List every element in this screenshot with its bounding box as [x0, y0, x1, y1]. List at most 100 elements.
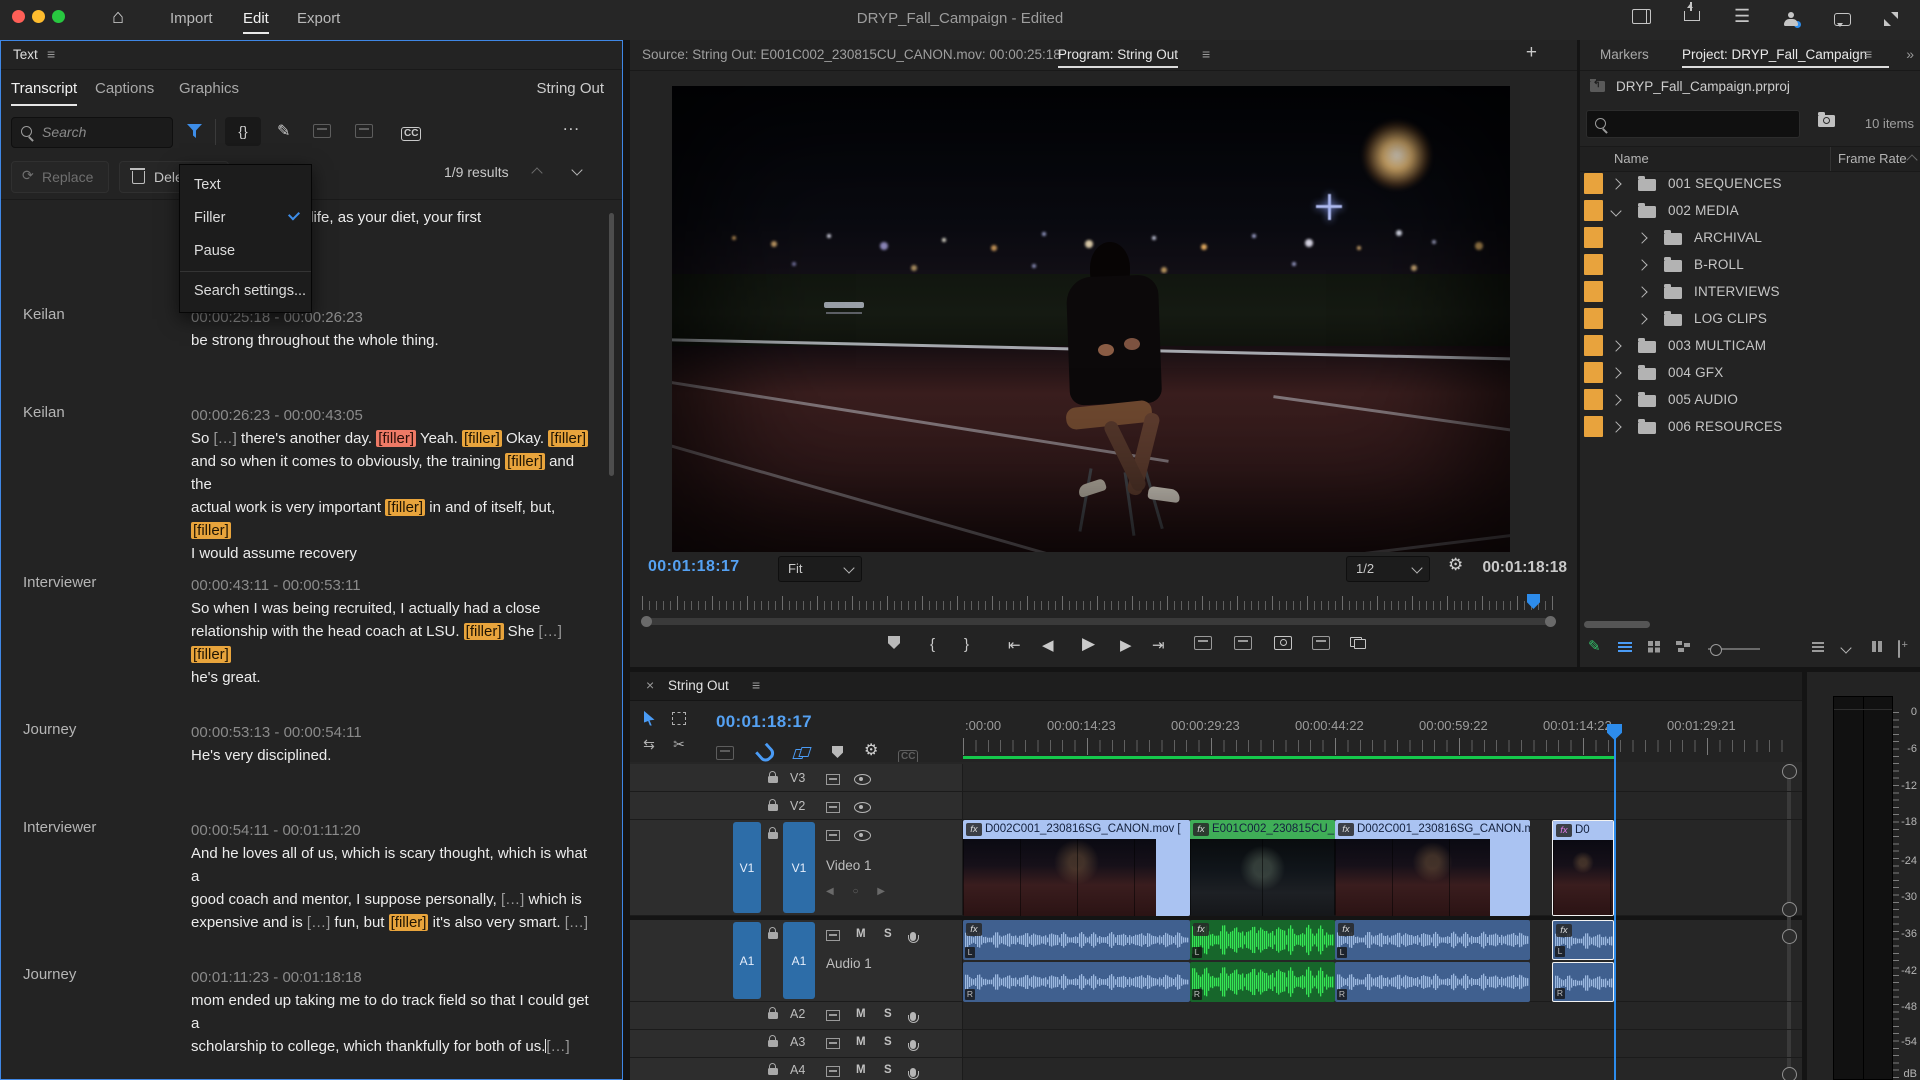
search-input[interactable]: Search [11, 117, 173, 148]
filler-highlight[interactable]: [filler] [385, 499, 425, 516]
sync-lock-icon[interactable] [826, 928, 840, 944]
voiceover-record-icon[interactable] [910, 928, 916, 944]
search-bin-icon[interactable] [1818, 115, 1835, 127]
track-lock-icon[interactable] [768, 770, 778, 786]
track-lock-icon[interactable] [768, 826, 778, 842]
filler-highlight[interactable]: [filler] [191, 522, 231, 539]
bin-row-interviews[interactable]: INTERVIEWS [1580, 278, 1920, 305]
expand-icon[interactable] [1636, 232, 1647, 243]
filler-highlight[interactable]: [filler] [505, 453, 545, 470]
bin-row-005-audio[interactable]: 005 AUDIO [1580, 386, 1920, 413]
bin-color-label[interactable] [1584, 389, 1603, 410]
bin-color-label[interactable] [1584, 362, 1603, 383]
panel-menu-icon[interactable]: ≡ [1864, 46, 1872, 62]
edit-transcript-icon[interactable]: ✎ [277, 121, 290, 141]
timeline-clip-audio[interactable]: R [1552, 962, 1614, 1002]
workspaces-menu-icon[interactable]: ☰ [1734, 6, 1750, 26]
v1-lane[interactable]: fxD002C001_230816SG_CANON.mov [fxE001C00… [963, 820, 1788, 916]
play-icon[interactable]: ▶ [1082, 634, 1095, 654]
chevron-down-icon[interactable] [1840, 642, 1851, 653]
filler-highlight[interactable]: [filler] [548, 430, 588, 447]
fx-badge[interactable]: fx [966, 823, 982, 836]
lift-icon[interactable] [1194, 636, 1212, 654]
expand-icon[interactable] [1636, 286, 1647, 297]
track-lock-icon[interactable] [768, 798, 778, 814]
close-icon[interactable]: × [646, 677, 654, 693]
close-window-button[interactable] [12, 10, 25, 23]
track-name-label[interactable]: Video 1 [826, 858, 872, 873]
bin-row-003-multicam[interactable]: 003 MULTICAM [1580, 332, 1920, 359]
fx-badge[interactable]: fx [1193, 823, 1209, 836]
track-name-label[interactable]: Audio 1 [826, 956, 872, 971]
minimize-window-button[interactable] [32, 10, 45, 23]
maximize-window-button[interactable] [52, 10, 65, 23]
tab-captions[interactable]: Captions [95, 80, 154, 97]
timeline-clip-audio[interactable]: fxL [963, 920, 1190, 960]
export-frame-icon[interactable] [1274, 636, 1292, 654]
timeline-clip-audio[interactable]: R [1335, 962, 1530, 1002]
scroll-knob[interactable] [1782, 1067, 1797, 1080]
toggle-track-output-icon[interactable] [854, 772, 871, 788]
tab-edit[interactable]: Edit [243, 10, 269, 27]
mark-in-icon[interactable]: { [930, 636, 935, 653]
timeline-clip-audio[interactable]: R [1190, 962, 1335, 1002]
panel-menu-icon[interactable]: ≡ [1202, 46, 1210, 62]
solo-button[interactable]: S [884, 928, 892, 940]
bin-color-label[interactable] [1584, 335, 1603, 356]
add-marker-icon[interactable] [888, 636, 900, 653]
timeline-current-timecode[interactable]: 00:01:18:17 [716, 712, 812, 732]
track-name[interactable]: A3 [790, 1035, 805, 1049]
zoom-level-select[interactable]: Fit [778, 556, 862, 582]
filter-menu-item-pause[interactable]: Pause [180, 235, 311, 268]
mute-button[interactable]: M [856, 1008, 866, 1020]
timeline-clip-audio[interactable]: fxL [1335, 920, 1530, 960]
home-icon[interactable]: ⌂ [112, 6, 124, 29]
bin-row-001-sequences[interactable]: 001 SEQUENCES [1580, 170, 1920, 197]
quick-export-icon[interactable] [1684, 2, 1700, 21]
more-options-icon[interactable]: ... [563, 115, 580, 135]
bin-color-label[interactable] [1584, 173, 1603, 194]
bin-color-label[interactable] [1584, 416, 1603, 437]
tab-program-monitor[interactable]: Program: String Out [1058, 47, 1178, 62]
transcript-text[interactable]: 00:00:26:23 - 00:00:43:05So […] there's … [191, 404, 599, 565]
timeline-settings-icon[interactable]: ⚙ [864, 740, 878, 760]
timeline-clip-video[interactable]: fxD002C001_230816SG_CANON.mov [V] [1335, 820, 1530, 916]
tab-graphics[interactable]: Graphics [179, 80, 239, 97]
previous-result-icon[interactable] [531, 167, 542, 178]
razor-tool[interactable]: ✂ [666, 732, 692, 756]
step-back-icon[interactable]: ◀ [1042, 636, 1054, 654]
track-name[interactable]: V2 [790, 799, 805, 813]
panel-menu-icon[interactable]: ≡ [47, 46, 55, 62]
monitor-settings-icon[interactable]: ⚙ [1448, 555, 1463, 575]
track-lock-icon[interactable] [768, 926, 778, 942]
transcript-text[interactable]: 00:00:43:11 - 00:00:53:11So when I was b… [191, 574, 599, 689]
fx-badge[interactable]: fx [1193, 923, 1209, 936]
transcript-list[interactable]: of rely on as your life, as your diet, y… [1, 199, 622, 1079]
track-header-a2[interactable]: A2MS [630, 1002, 963, 1029]
filler-highlight[interactable]: [filler] [389, 914, 429, 931]
track-header-v2[interactable]: V2 [630, 792, 963, 819]
add-marker-icon[interactable] [832, 746, 843, 758]
bin-color-label[interactable] [1584, 227, 1603, 248]
expand-icon[interactable] [1610, 367, 1621, 378]
expand-icon[interactable] [1610, 421, 1621, 432]
ripple-edit-tool[interactable]: ⇆ [636, 732, 662, 756]
selection-tool[interactable] [636, 706, 662, 730]
expand-icon[interactable] [1636, 259, 1647, 270]
tab-transcript[interactable]: Transcript [11, 80, 77, 97]
overwrite-to-timeline-icon[interactable] [355, 124, 373, 138]
a1-lane-left[interactable]: fxLfxLfxLfxL [963, 920, 1788, 960]
sync-lock-icon[interactable] [826, 1064, 840, 1080]
fx-badge[interactable]: fx [1338, 823, 1354, 836]
sync-lock-icon[interactable] [826, 800, 840, 816]
fx-badge[interactable]: fx [966, 923, 982, 936]
filter-menu-item-search-settings[interactable]: Search settings... [180, 275, 311, 308]
track-header-a3[interactable]: A3MS [630, 1030, 963, 1057]
project-hscrollbar[interactable] [1580, 620, 1920, 629]
fx-badge[interactable]: fx [1338, 923, 1354, 936]
bin-color-label[interactable] [1584, 200, 1603, 221]
timeline-clip-video[interactable]: fxD002C001_230816SG_CANON.mov [ [963, 820, 1190, 916]
solo-button[interactable]: S [884, 1036, 892, 1048]
solo-button[interactable]: S [884, 1064, 892, 1076]
source-patch-a1[interactable]: A1 [733, 922, 761, 999]
